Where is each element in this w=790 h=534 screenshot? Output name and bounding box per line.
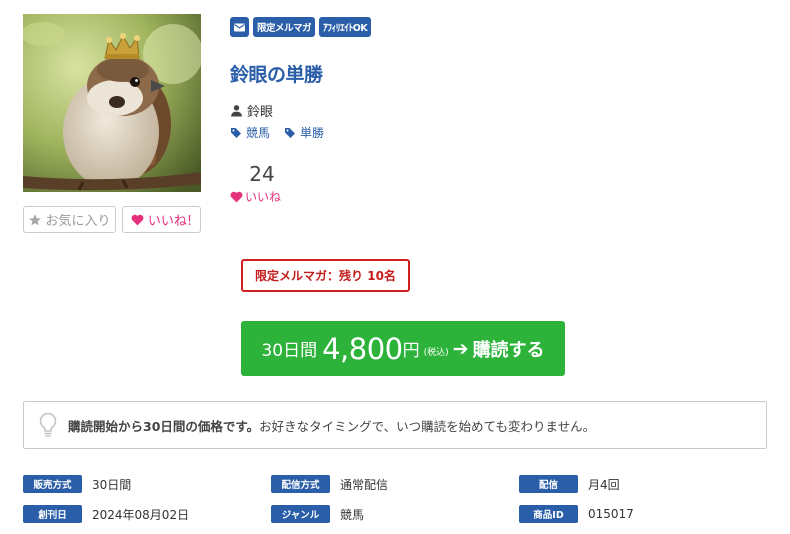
envelope-icon (234, 23, 245, 31)
user-icon (231, 105, 242, 117)
subscribe-button[interactable]: 30日間 4,800 円 (税込) ➔ 購読する (241, 321, 565, 376)
meta-value: 通常配信 (340, 477, 389, 492)
like-count: 24 (249, 162, 275, 186)
limited-remaining-notice: 限定メルマガ：残り 10名 (241, 259, 410, 292)
meta-value[interactable]: 競馬 (340, 506, 364, 523)
info-text: お好きなタイミングで、いつ購読を始めても変わりません。 (259, 418, 596, 434)
tag-item[interactable]: 競馬 (230, 124, 270, 141)
like-count-label: いいね (230, 188, 281, 205)
author-name: 鈴眼 (247, 105, 274, 120)
meta-delivery-method: 配信方式 通常配信 (271, 475, 388, 493)
like-label-text: いいね (245, 190, 282, 204)
meta-launch-date: 創刊日 2024年08月02日 (23, 505, 189, 523)
meta-label: 創刊日 (23, 505, 82, 523)
meta-value: 2024年08月02日 (92, 507, 190, 522)
meta-label: ジャンル (271, 505, 330, 523)
meta-delivery-frequency: 配信 月4回 (519, 475, 620, 493)
meta-genre: ジャンル 競馬 (271, 505, 364, 523)
page-title: 鈴眼の単勝 (230, 64, 323, 86)
meta-label: 配信方式 (271, 475, 330, 493)
star-icon (29, 213, 42, 225)
tag-label: 単勝 (300, 126, 325, 140)
like-button-label: いいね! (147, 214, 193, 229)
favorite-label: お気に入り (45, 214, 111, 229)
meta-label: 販売方式 (23, 475, 82, 493)
author[interactable]: 鈴眼 (230, 101, 273, 120)
heart-icon (230, 191, 243, 202)
price-currency: 円 (402, 341, 420, 361)
affiliate-ok-badge: ｱﾌｨﾘｴｲﾄOK (319, 17, 372, 37)
tag-list: 競馬 単勝 (230, 124, 324, 141)
price-period: 30日間 (261, 341, 318, 361)
meta-value: 015017 (588, 507, 634, 521)
tag-icon (231, 127, 241, 138)
tag-label: 競馬 (246, 126, 271, 140)
meta-product-id: 商品ID 015017 (519, 505, 634, 523)
meta-value: 30日間 (92, 477, 132, 492)
meta-label: 配信 (519, 475, 578, 493)
price-tax-note: (税込) (423, 347, 449, 358)
meta-label: 商品ID (519, 505, 578, 523)
meta-sales-method: 販売方式 30日間 (23, 475, 131, 493)
mail-badge (230, 17, 249, 37)
price-amount: 4,800 (322, 331, 403, 366)
info-bold-text: 購読開始から30日間の価格です。 (68, 418, 260, 434)
sparrow-with-crown-image (23, 14, 201, 192)
tag-item[interactable]: 単勝 (284, 124, 324, 141)
subscribe-label: 購読する (472, 339, 545, 361)
tag-icon (285, 127, 296, 138)
price-info-notice: 購読開始から30日間の価格です。 お好きなタイミングで、いつ購読を始めても変わり… (23, 401, 767, 449)
like-button[interactable]: いいね! (122, 206, 201, 233)
product-thumbnail (23, 14, 201, 192)
meta-value: 月4回 (588, 477, 620, 492)
badge-row: 限定メルマガ ｱﾌｨﾘｴｲﾄOK (230, 17, 372, 37)
heart-icon (131, 214, 144, 225)
arrow-right-icon: ➔ (452, 337, 469, 360)
favorite-button[interactable]: お気に入り (23, 206, 116, 233)
lightbulb-icon (38, 412, 58, 438)
limited-newsletter-badge: 限定メルマガ (253, 17, 316, 37)
